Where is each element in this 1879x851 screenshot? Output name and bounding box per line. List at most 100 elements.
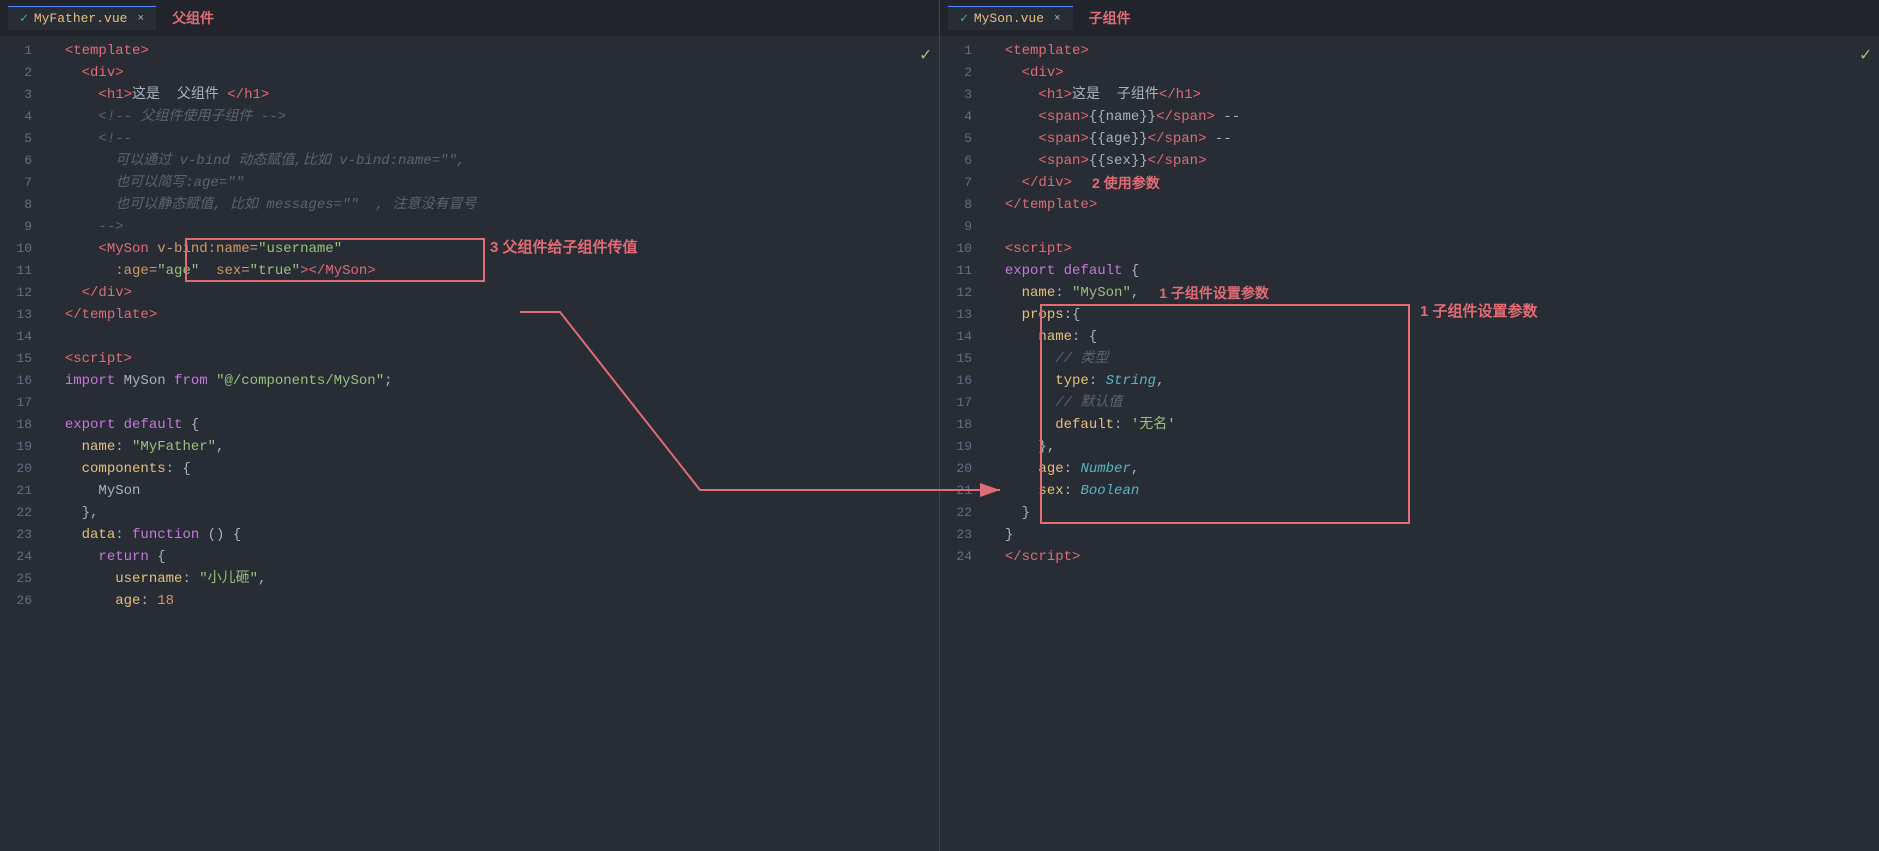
token: > bbox=[124, 84, 132, 106]
code-line: data: function () { bbox=[48, 524, 939, 546]
token bbox=[988, 414, 1055, 436]
left-tab[interactable]: ✓ MyFather.vue × bbox=[8, 6, 156, 30]
token: : { bbox=[166, 458, 191, 480]
token: < bbox=[1038, 150, 1046, 172]
token bbox=[48, 282, 82, 304]
token: > bbox=[1080, 150, 1088, 172]
code-line: 也可以静态赋值, 比如 messages="" , 注意没有冒号 bbox=[48, 194, 939, 216]
token: < bbox=[1038, 128, 1046, 150]
token: default bbox=[124, 414, 191, 436]
token: script bbox=[73, 348, 123, 370]
token: // 类型 bbox=[1055, 348, 1108, 370]
token: , bbox=[258, 568, 266, 590]
code-line: <template> bbox=[988, 40, 1879, 62]
line-number: 14 bbox=[0, 326, 32, 348]
line-number: 23 bbox=[0, 524, 32, 546]
code-line: default: '无名' bbox=[988, 414, 1879, 436]
token: Number bbox=[1080, 458, 1130, 480]
left-code-content[interactable]: ✓ <template> <div> <h1>这是 父组件 </h1> <!--… bbox=[40, 36, 939, 851]
line-number: 6 bbox=[940, 150, 972, 172]
token: }, bbox=[82, 502, 99, 524]
token: </ bbox=[1005, 546, 1022, 568]
token: } bbox=[1022, 502, 1030, 524]
token: return bbox=[98, 546, 148, 568]
token bbox=[988, 282, 1022, 304]
token bbox=[48, 348, 65, 370]
token: span bbox=[1047, 128, 1081, 150]
token bbox=[48, 458, 82, 480]
line-number: 7 bbox=[940, 172, 972, 194]
token bbox=[48, 304, 65, 326]
token bbox=[48, 260, 115, 282]
code-line: </div> bbox=[48, 282, 939, 304]
token: ; bbox=[384, 370, 392, 392]
right-tab-close[interactable]: × bbox=[1054, 13, 1061, 25]
token: script bbox=[1022, 546, 1072, 568]
token: 这是 父组件 bbox=[132, 84, 227, 106]
right-code-content[interactable]: ✓ <template> <div> <h1>这是 子组件</h1> <span… bbox=[980, 36, 1879, 851]
line-number: 13 bbox=[940, 304, 972, 326]
token: < bbox=[82, 62, 90, 84]
token bbox=[48, 238, 98, 260]
token: : bbox=[1064, 480, 1081, 502]
token bbox=[48, 414, 65, 436]
code-line: </template> bbox=[988, 194, 1879, 216]
line-number: 16 bbox=[940, 370, 972, 392]
line-number: 10 bbox=[940, 238, 972, 260]
token bbox=[48, 40, 65, 62]
line-number: 3 bbox=[940, 84, 972, 106]
left-tab-close[interactable]: × bbox=[137, 13, 144, 25]
line-number: 2 bbox=[0, 62, 32, 84]
token bbox=[988, 304, 1022, 326]
token: span bbox=[1164, 150, 1198, 172]
token: </ bbox=[1022, 172, 1039, 194]
code-line: --> bbox=[48, 216, 939, 238]
token bbox=[48, 172, 115, 194]
token: from bbox=[174, 370, 216, 392]
code-line: username: "小儿砸", bbox=[48, 568, 939, 590]
line-number: 26 bbox=[0, 590, 32, 612]
token: > bbox=[140, 40, 148, 62]
line-number: 3 bbox=[0, 84, 32, 106]
token: </ bbox=[1148, 150, 1165, 172]
token: 也可以简写:age="" bbox=[115, 172, 244, 194]
token: : bbox=[140, 590, 157, 612]
token: "age" bbox=[157, 260, 199, 282]
token: </ bbox=[65, 304, 82, 326]
token: "true" bbox=[250, 260, 300, 282]
token: > bbox=[124, 282, 132, 304]
token: <!-- 父组件使用子组件 --> bbox=[98, 106, 286, 128]
token: < bbox=[65, 348, 73, 370]
line-number: 15 bbox=[0, 348, 32, 370]
token: div bbox=[1030, 62, 1055, 84]
code-line: 也可以简写:age="" bbox=[48, 172, 939, 194]
right-annotation-text: 1 子组件设置参数 bbox=[1420, 300, 1538, 321]
token: v-bind:name= bbox=[157, 238, 258, 260]
token: 这是 子组件 bbox=[1072, 84, 1159, 106]
token: > bbox=[115, 62, 123, 84]
token: template bbox=[1013, 40, 1080, 62]
line-number: 11 bbox=[0, 260, 32, 282]
line-number: 7 bbox=[0, 172, 32, 194]
line-number: 18 bbox=[0, 414, 32, 436]
token bbox=[988, 502, 1022, 524]
code-line: :age="age" sex="true"></MySon> bbox=[48, 260, 939, 282]
token: default bbox=[1064, 260, 1131, 282]
line-number: 5 bbox=[940, 128, 972, 150]
code-line: sex: Boolean bbox=[988, 480, 1879, 502]
code-line: } bbox=[988, 524, 1879, 546]
left-tab-filename: MyFather.vue bbox=[34, 11, 128, 26]
token bbox=[988, 62, 1022, 84]
token: : bbox=[115, 436, 132, 458]
line-number: 11 bbox=[940, 260, 972, 282]
token: > bbox=[1080, 128, 1088, 150]
token bbox=[988, 546, 1005, 568]
right-tab[interactable]: ✓ MySon.vue × bbox=[948, 6, 1073, 30]
token: "@/components/MySon" bbox=[216, 370, 384, 392]
token: Boolean bbox=[1080, 480, 1139, 502]
line-number: 19 bbox=[0, 436, 32, 458]
token: : bbox=[1089, 370, 1106, 392]
line-number: 9 bbox=[0, 216, 32, 238]
line-number: 13 bbox=[0, 304, 32, 326]
token bbox=[988, 392, 1055, 414]
